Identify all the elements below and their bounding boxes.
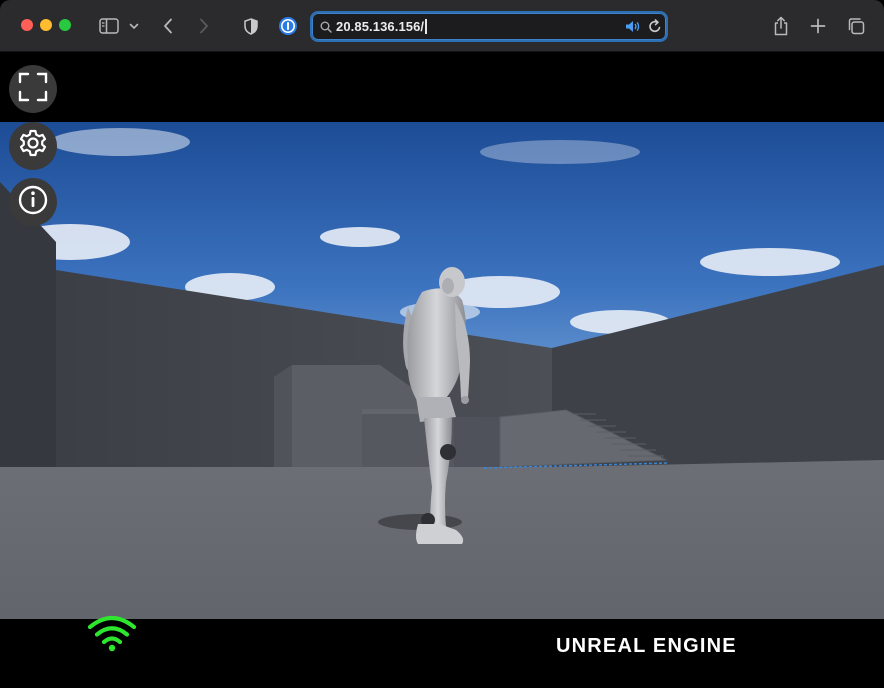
new-tab-icon[interactable] [808,13,828,39]
minimize-window-button[interactable] [40,19,52,31]
search-icon [320,20,332,38]
share-icon[interactable] [771,13,791,39]
chevron-down-icon[interactable] [127,13,141,39]
close-window-button[interactable] [21,19,33,31]
info-button[interactable] [9,178,57,226]
settings-button[interactable] [9,122,57,170]
browser-window: 20.85.136.156/ UNREAL ENGINE [0,0,884,688]
wifi-icon [86,615,138,658]
sidebar-icon[interactable] [97,13,121,39]
unreal-engine-logo: UNREAL ENGINE [556,635,737,657]
address-bar-input[interactable]: 20.85.136.156/ [336,19,427,34]
info-icon [17,184,49,221]
gear-icon [17,128,49,165]
page-content: UNREAL ENGINE [0,53,884,688]
forward-icon[interactable] [196,13,212,39]
game-viewport[interactable] [0,122,884,619]
fullscreen-button[interactable] [9,65,57,113]
privacy-shield-icon[interactable] [242,13,260,39]
address-bar[interactable]: 20.85.136.156/ [310,11,668,42]
fullscreen-icon [18,72,48,107]
browser-toolbar: 20.85.136.156/ [0,0,884,52]
reload-icon[interactable] [648,19,662,39]
zoom-window-button[interactable] [59,19,71,31]
password-manager-icon[interactable] [277,13,299,39]
audio-playing-icon[interactable] [625,20,641,38]
tab-overview-icon[interactable] [845,13,867,39]
back-icon[interactable] [160,13,176,39]
text-caret [425,19,427,34]
